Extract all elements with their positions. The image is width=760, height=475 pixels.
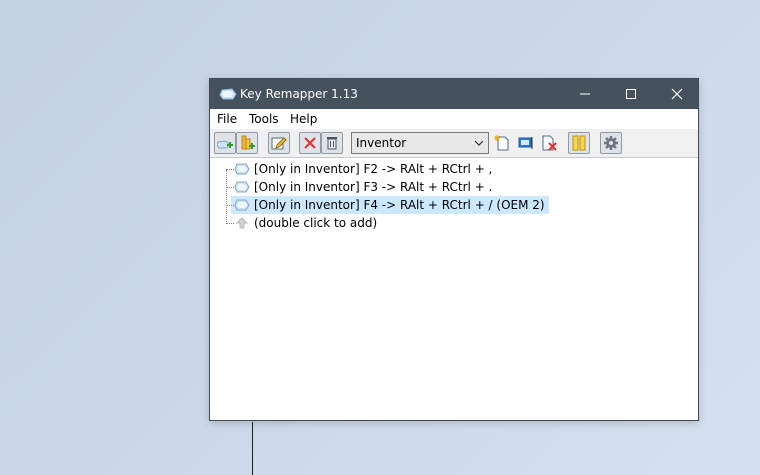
add-app-icon <box>241 135 255 150</box>
delete-document-icon <box>542 135 557 151</box>
key-icon <box>234 199 250 211</box>
delete-icon <box>304 137 316 149</box>
rename-profile-button[interactable] <box>515 132 537 154</box>
gear-icon <box>604 136 618 150</box>
maximize-button[interactable] <box>608 79 654 109</box>
add-program-button[interactable] <box>236 132 258 154</box>
key-remapper-window: Key Remapper 1.13 File Tools Help Invent… <box>209 78 699 421</box>
tree-guide-line <box>226 170 227 224</box>
minimize-button[interactable] <box>562 79 608 109</box>
desktop-divider <box>252 422 253 475</box>
key-icon <box>234 163 250 175</box>
minimize-icon <box>580 93 590 95</box>
window-title: Key Remapper 1.13 <box>240 87 358 101</box>
toolbar: Inventor <box>210 129 698 158</box>
delete-profile-button[interactable] <box>538 132 560 154</box>
menu-tools[interactable]: Tools <box>249 112 279 126</box>
remap-tree[interactable]: [Only in Inventor] F2 -> RAlt + RCtrl + … <box>210 158 698 420</box>
delete-button[interactable] <box>299 132 321 154</box>
pause-button[interactable] <box>568 132 590 154</box>
maximize-icon <box>626 89 636 99</box>
new-profile-button[interactable] <box>491 132 513 154</box>
menu-file[interactable]: File <box>217 112 237 126</box>
tree-item-label: [Only in Inventor] F2 -> RAlt + RCtrl + … <box>254 162 493 176</box>
profile-value: Inventor <box>356 136 407 150</box>
profile-dropdown[interactable]: Inventor <box>351 132 489 154</box>
title-bar[interactable]: Key Remapper 1.13 <box>210 79 698 109</box>
key-icon <box>219 88 237 100</box>
settings-button[interactable] <box>600 132 622 154</box>
menu-help[interactable]: Help <box>290 112 317 126</box>
pause-icon <box>572 135 586 151</box>
menu-bar: File Tools Help <box>210 109 698 129</box>
add-key-icon <box>217 140 233 149</box>
close-button[interactable] <box>654 79 700 109</box>
chevron-down-icon <box>474 140 484 146</box>
tree-item-label: [Only in Inventor] F4 -> RAlt + RCtrl + … <box>252 196 549 214</box>
close-icon <box>671 88 683 100</box>
new-document-icon <box>494 135 509 151</box>
up-arrow-icon <box>235 217 249 229</box>
key-icon <box>234 181 250 193</box>
rename-icon <box>518 137 533 149</box>
clear-button[interactable] <box>321 132 343 154</box>
tree-item-label: [Only in Inventor] F3 -> RAlt + RCtrl + … <box>254 180 493 194</box>
add-remap-button[interactable] <box>214 132 236 154</box>
add-hint-label: (double click to add) <box>254 216 378 230</box>
trash-icon <box>327 137 337 150</box>
edit-button[interactable] <box>268 132 290 154</box>
edit-icon <box>271 137 287 150</box>
